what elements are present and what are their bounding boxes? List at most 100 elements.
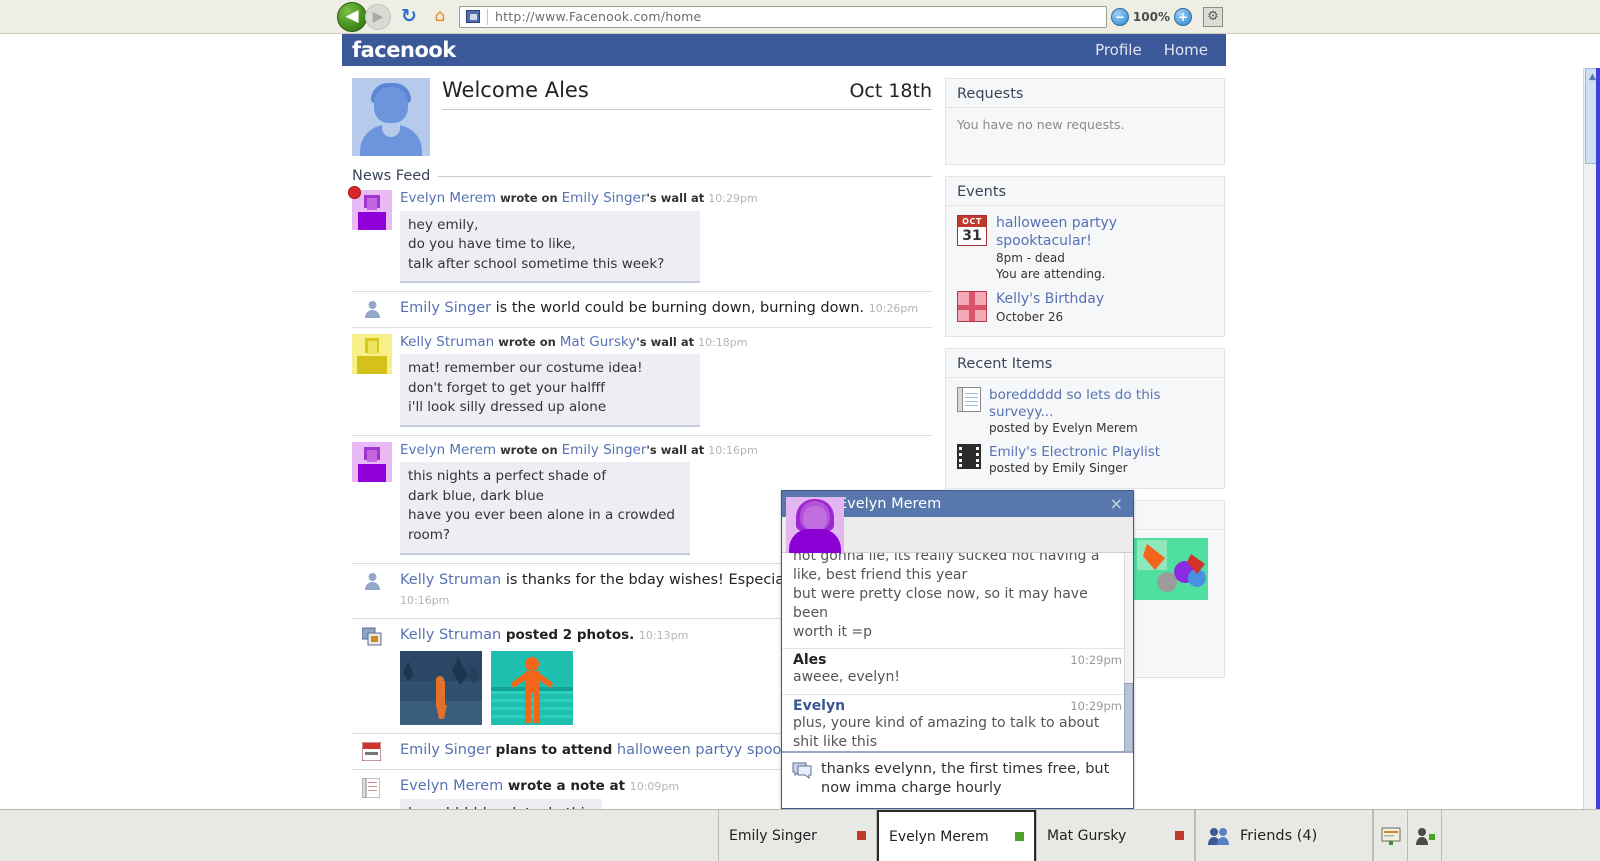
zoom-out-button[interactable]: − [1110,7,1129,26]
feed-author[interactable]: Kelly Struman [400,334,494,350]
chat-compose-area[interactable]: thanks evelynn, the first times free, bu… [782,750,1133,808]
list-item[interactable]: boreddddd so lets do this surveyy... pos… [957,387,1213,436]
chat-compose-text[interactable]: thanks evelynn, the first times free, bu… [821,760,1109,799]
address-bar[interactable]: http://www.Facenook.com/home [459,5,1107,28]
list-item[interactable]: Emily's Electronic Playlist posted by Em… [957,444,1213,476]
feed-avatar [352,776,392,809]
status-badge [857,831,866,840]
address-bar-text[interactable]: http://www.Facenook.com/home [488,9,1106,24]
list-item-title[interactable]: boreddddd so lets do this surveyy... [989,387,1213,421]
taskbar-window-emily-singer[interactable]: Emily Singer [718,810,877,861]
event-title[interactable]: halloween partyy spooktacular! [996,215,1213,250]
avatar-yellow-icon [352,333,392,374]
list-item-sub: posted by Evelyn Merem [989,420,1138,435]
nav-link-profile[interactable]: Profile [1095,41,1142,59]
feed-meta: Evelyn Merem wrote on Emily Singer's wal… [400,442,932,460]
requests-title: Requests [946,79,1224,108]
close-icon[interactable]: × [1108,496,1125,512]
feed-avatar[interactable] [352,333,392,435]
scrollbar-edge [1596,68,1600,809]
list-item-sub: posted by Emily Singer [989,461,1128,476]
events-body: OCT 31 halloween partyy spooktacular! 8p… [946,206,1224,336]
calendar-month: OCT [958,216,986,227]
friends-button[interactable]: Friends (4) [1195,810,1373,861]
bubble-line: this nights a perfect shade of [408,468,607,485]
feed-author[interactable]: Evelyn Merem [400,190,496,206]
chat-avatar[interactable] [786,497,844,553]
feed-item: Kelly Struman wrote on Mat Gursky's wall… [352,328,932,436]
feed-timestamp: 10:13pm [638,629,689,643]
nav-link-home[interactable]: Home [1164,41,1208,59]
feed-avatar[interactable] [352,298,392,326]
taskbar-window-evelyn-merem[interactable]: Evelyn Merem [877,810,1036,861]
back-button[interactable]: ◀ [337,1,367,32]
chat-scrollbar[interactable] [1124,553,1133,751]
chat-sender: Evelyn [793,698,846,715]
avatar[interactable] [352,78,430,156]
chat-message: Ales 10:29pm aweee, evelyn! [782,649,1133,696]
taskbar-window-mat-gursky[interactable]: Mat Gursky [1036,810,1195,861]
event-item[interactable]: Kelly's Birthday October 26 [957,291,1213,325]
event-title[interactable]: Kelly's Birthday [996,291,1104,309]
chat-window[interactable]: Evelyn Merem × not gonna lie, its really… [781,490,1134,809]
feed-author[interactable]: Kelly Struman [400,572,501,588]
feed-meta: Kelly Struman wrote on Mat Gursky's wall… [400,334,932,352]
forward-button[interactable]: ▶ [365,3,391,30]
feed-note-bubble: boreddddd so lets do this surveyy thing … [400,799,602,809]
requests-body: You have no new requests. [946,108,1224,164]
bubble-line: do you have time to like, [408,236,576,253]
taskbar-window-label: Mat Gursky [1047,827,1127,844]
feed-target[interactable]: Emily Singer [562,442,647,458]
chat-compose-line: thanks evelynn, the first times free, bu… [821,760,1110,777]
feed-author[interactable]: Emily Singer [400,742,491,758]
feed-verb-tail: 's wall at [646,442,705,457]
bubble-line: have you ever been alone in a crowded ro… [408,507,676,543]
feed-body: Emily Singer is the world could be burni… [400,298,932,326]
requests-box: Requests You have no new requests. [945,78,1225,165]
feed-target[interactable]: Mat Gursky [560,334,636,350]
page-scrollbar[interactable]: ▲ [1583,68,1600,809]
event-text: halloween partyy spooktacular! 8pm - dea… [996,215,1213,282]
photo-thumb[interactable] [1127,537,1208,600]
feed-target[interactable]: Emily Singer [562,190,647,206]
feed-author[interactable]: Kelly Struman [400,627,501,643]
event-item[interactable]: OCT 31 halloween partyy spooktacular! 8p… [957,215,1213,282]
settings-button[interactable]: ⚙ [1203,6,1223,27]
reload-button[interactable]: ↻ [396,4,422,30]
event-status: You are attending. [996,267,1106,282]
welcome-section: Welcome Ales Oct 18th [352,78,932,156]
chat-log[interactable]: not gonna lie, its really sucked not hav… [782,553,1133,751]
events-title: Events [946,177,1224,206]
zoom-in-button[interactable]: + [1174,7,1192,26]
feed-timestamp: 10:29pm [708,192,758,205]
taskbar-empty-area [1441,810,1600,861]
taskbar-window-label: Evelyn Merem [889,828,989,845]
browser-toolbar-inner: ◀ ▶ ↻ ⌂ http://www.Facenook.com/home − 1… [337,1,1225,32]
feed-verb-tail: 's wall at [646,191,705,205]
feed-status-text: is the world could be burning down, burn… [495,300,865,317]
bubble-line: hey emily, [408,216,479,233]
feed-avatar[interactable] [348,186,392,291]
site-logo[interactable]: facenook [352,38,456,62]
notifications-button[interactable] [1373,810,1407,861]
event-detail: October 26 [996,309,1064,324]
feed-author[interactable]: Emily Singer [400,300,491,316]
chat-scrollbar-thumb[interactable] [1124,683,1133,751]
feed-photo-thumb[interactable] [491,651,573,726]
feed-avatar[interactable] [352,570,392,619]
feed-avatar[interactable] [352,441,392,563]
chat-message: not gonna lie, its really sucked not hav… [782,553,1133,650]
gift-icon [957,291,987,323]
recent-items-box: Recent Items boreddddd so lets do this s… [945,348,1225,489]
chat-line: but were pretty close now, so it may hav… [793,585,1088,621]
reload-icon: ↻ [401,5,417,27]
feed-photo-thumb[interactable] [400,651,482,726]
feed-timestamp: 10:16pm [708,443,758,457]
feed-bubble: mat! remember our costume idea! don't fo… [400,354,700,427]
home-button[interactable]: ⌂ [427,4,453,30]
feed-author[interactable]: Evelyn Merem [400,778,503,794]
feed-verb-tail: 's wall at [636,334,695,349]
person-online-button[interactable] [1407,810,1441,861]
list-item-title[interactable]: Emily's Electronic Playlist [989,444,1160,461]
feed-author[interactable]: Evelyn Merem [400,442,496,458]
